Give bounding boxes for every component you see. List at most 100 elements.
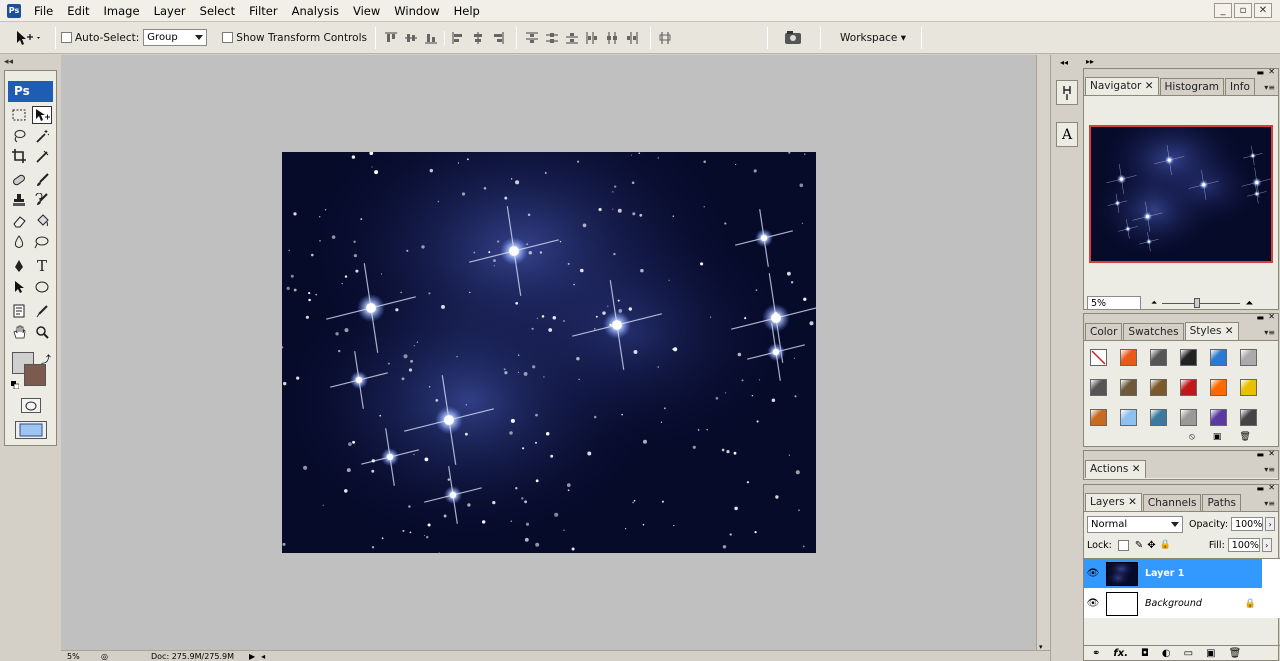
magic-wand-tool-icon[interactable] [32, 127, 52, 145]
brush-tool-icon[interactable] [32, 171, 52, 189]
menu-image[interactable]: Image [97, 0, 147, 22]
style-swatch[interactable] [1150, 349, 1167, 366]
new-group-icon[interactable]: ▭ [1184, 648, 1193, 659]
panel-menu-icon[interactable]: ▾≡ [1264, 499, 1275, 508]
healing-brush-tool-icon[interactable] [9, 171, 29, 189]
move-tool-icon[interactable] [32, 106, 52, 124]
menu-edit[interactable]: Edit [60, 0, 96, 22]
background-color-swatch[interactable] [24, 364, 46, 386]
tab-styles[interactable]: Styles ✕ [1184, 322, 1239, 340]
menu-select[interactable]: Select [193, 0, 242, 22]
zoom-tool-icon[interactable] [32, 323, 52, 341]
menu-layer[interactable]: Layer [147, 0, 193, 22]
lock-transparency-icon[interactable] [1117, 539, 1129, 551]
scroll-left-icon[interactable]: ◂ [261, 652, 265, 661]
close-panel-icon[interactable]: ✕ [1268, 312, 1275, 321]
opacity-input[interactable]: 100% [1231, 517, 1264, 531]
tab-histogram[interactable]: Histogram [1159, 78, 1224, 95]
close-panel-icon[interactable]: ✕ [1268, 449, 1275, 458]
align-bottom-icon[interactable] [424, 31, 438, 45]
screen-mode-icon[interactable] [15, 421, 47, 439]
file-browser-icon[interactable] [781, 28, 807, 48]
auto-align-layers-icon[interactable] [659, 31, 673, 45]
delete-style-icon[interactable]: 🗑 [1239, 432, 1250, 442]
opacity-slider-arrow-icon[interactable]: › [1265, 517, 1276, 531]
close-button[interactable]: ✕ [1254, 3, 1272, 18]
style-swatch[interactable] [1240, 349, 1257, 366]
visibility-eye-icon[interactable]: 👁 [1084, 595, 1102, 613]
delete-layer-icon[interactable]: 🗑 [1229, 648, 1242, 659]
auto-select-checkbox[interactable] [61, 32, 72, 43]
align-right-icon[interactable] [491, 31, 505, 45]
workspace-menu[interactable]: Workspace ▾ [840, 32, 906, 44]
distribute-vcenter-icon[interactable] [545, 31, 559, 45]
style-swatch[interactable] [1240, 379, 1257, 396]
paint-bucket-tool-icon[interactable] [32, 212, 52, 230]
menu-file[interactable]: File [27, 0, 60, 22]
new-layer-icon[interactable]: ▣ [1206, 648, 1215, 659]
fill-slider-arrow-icon[interactable]: › [1261, 538, 1272, 552]
distribute-hcenter-icon[interactable] [605, 31, 619, 45]
new-style-icon[interactable]: ▣ [1213, 432, 1222, 442]
menu-analysis[interactable]: Analysis [285, 0, 346, 22]
tab-navigator[interactable]: Navigator ✕ [1085, 77, 1159, 95]
style-swatch[interactable] [1150, 409, 1167, 426]
blur-tool-icon[interactable] [9, 233, 29, 251]
adjustment-layer-icon[interactable]: ◐ [1162, 648, 1171, 659]
style-swatch[interactable] [1120, 379, 1137, 396]
style-swatch[interactable] [1090, 409, 1107, 426]
tab-layers[interactable]: Layers ✕ [1085, 493, 1142, 511]
align-vcenter-icon[interactable] [404, 31, 418, 45]
tab-info[interactable]: Info [1225, 78, 1255, 95]
minimize-panel-icon[interactable]: ▬ [1256, 68, 1264, 77]
move-tool-preset-icon[interactable] [6, 26, 50, 50]
style-swatch[interactable] [1240, 409, 1257, 426]
style-swatch[interactable] [1180, 409, 1197, 426]
menu-filter[interactable]: Filter [242, 0, 284, 22]
clone-stamp-tool-icon[interactable] [9, 191, 29, 209]
pen-tool-icon[interactable] [9, 257, 29, 275]
expand-dock-icon[interactable]: ◂◂ [1060, 58, 1068, 67]
visibility-eye-icon[interactable]: 👁 [1084, 565, 1102, 583]
zoom-slider[interactable] [1162, 297, 1241, 308]
expand-panels-icon[interactable]: ▸▸ [1086, 57, 1094, 66]
quick-mask-icon[interactable] [21, 398, 41, 413]
slice-tool-icon[interactable] [32, 147, 52, 165]
tab-color[interactable]: Color [1085, 323, 1123, 340]
crop-tool-icon[interactable] [9, 147, 29, 165]
distribute-right-icon[interactable] [625, 31, 639, 45]
path-selection-tool-icon[interactable] [9, 278, 29, 296]
minimize-button[interactable]: _ [1214, 3, 1232, 18]
status-options-icon[interactable]: ◎ [101, 652, 115, 661]
auto-select-dropdown[interactable]: Group [143, 29, 208, 46]
tab-paths[interactable]: Paths [1202, 494, 1242, 511]
style-swatch[interactable] [1090, 379, 1107, 396]
lock-all-icon[interactable]: 🔒 [1160, 540, 1171, 550]
style-swatch[interactable] [1180, 349, 1197, 366]
ellipse-tool-icon[interactable] [32, 278, 52, 296]
navigator-zoom-input[interactable]: 5% [1087, 296, 1141, 310]
character-panel-icon[interactable]: A [1056, 122, 1078, 147]
tab-channels[interactable]: Channels [1142, 494, 1202, 511]
show-transform-checkbox[interactable] [222, 32, 234, 43]
swap-colors-icon[interactable]: ⤴ [41, 351, 51, 366]
minimize-panel-icon[interactable]: ▬ [1256, 450, 1264, 459]
style-swatch[interactable] [1150, 379, 1167, 396]
tab-actions[interactable]: Actions ✕ [1085, 460, 1146, 478]
link-layers-icon[interactable]: ⚭ [1092, 648, 1100, 659]
restore-button[interactable]: ▫ [1234, 3, 1252, 18]
style-swatch[interactable] [1120, 409, 1137, 426]
dodge-tool-icon[interactable] [32, 233, 52, 251]
close-panel-icon[interactable]: ✕ [1268, 483, 1275, 492]
add-mask-icon[interactable]: ◘ [1141, 648, 1149, 659]
tab-swatches[interactable]: Swatches [1123, 323, 1184, 340]
layer-style-fx-icon[interactable]: fx. [1113, 648, 1128, 659]
layer-name[interactable]: Layer 1 [1145, 568, 1184, 579]
eraser-tool-icon[interactable] [9, 212, 29, 230]
zoom-level[interactable]: 5% [67, 652, 101, 661]
vertical-scrollbar[interactable]: ▾ [1036, 55, 1050, 651]
navigator-preview[interactable] [1089, 125, 1273, 263]
style-swatch[interactable] [1210, 379, 1227, 396]
lock-position-icon[interactable]: ✥ [1147, 540, 1155, 551]
align-top-icon[interactable] [384, 31, 398, 45]
